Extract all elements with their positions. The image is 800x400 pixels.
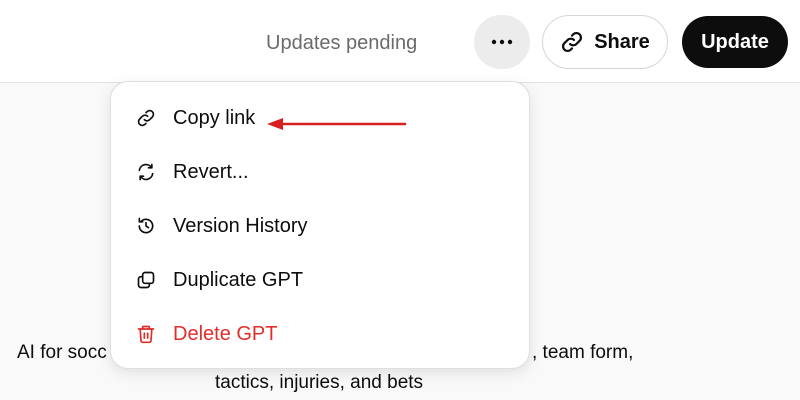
menu-item-label: Revert... bbox=[173, 161, 249, 183]
menu-item-duplicate-gpt[interactable]: Duplicate GPT bbox=[111, 255, 529, 305]
link-icon bbox=[135, 107, 157, 129]
menu-item-version-history[interactable]: Version History bbox=[111, 201, 529, 251]
trash-icon bbox=[135, 323, 157, 345]
annotation-arrow-icon bbox=[267, 118, 407, 130]
top-bar: Updates pending Share Update bbox=[0, 0, 800, 83]
gpt-description-line2: tactics, injuries, and bets bbox=[215, 372, 424, 393]
share-label: Share bbox=[594, 30, 650, 53]
update-button[interactable]: Update bbox=[682, 16, 788, 68]
revert-icon bbox=[135, 161, 157, 183]
menu-item-label: Delete GPT bbox=[173, 323, 278, 345]
duplicate-icon bbox=[135, 269, 157, 291]
more-options-button[interactable] bbox=[474, 15, 530, 69]
menu-item-label: Duplicate GPT bbox=[173, 269, 304, 291]
gpt-description-line1-start: AI for socc bbox=[17, 342, 107, 363]
history-icon bbox=[135, 215, 157, 237]
updates-pending-status: Updates pending bbox=[266, 32, 418, 54]
share-button[interactable]: Share bbox=[542, 15, 668, 69]
gpt-description-line1-end: , team form, bbox=[532, 342, 634, 363]
ellipsis-icon bbox=[491, 39, 513, 45]
menu-item-label: Copy link bbox=[173, 107, 256, 129]
menu-item-label: Version History bbox=[173, 215, 308, 237]
menu-item-delete-gpt[interactable]: Delete GPT bbox=[111, 309, 529, 359]
link-icon bbox=[562, 31, 583, 53]
menu-item-revert[interactable]: Revert... bbox=[111, 147, 529, 197]
